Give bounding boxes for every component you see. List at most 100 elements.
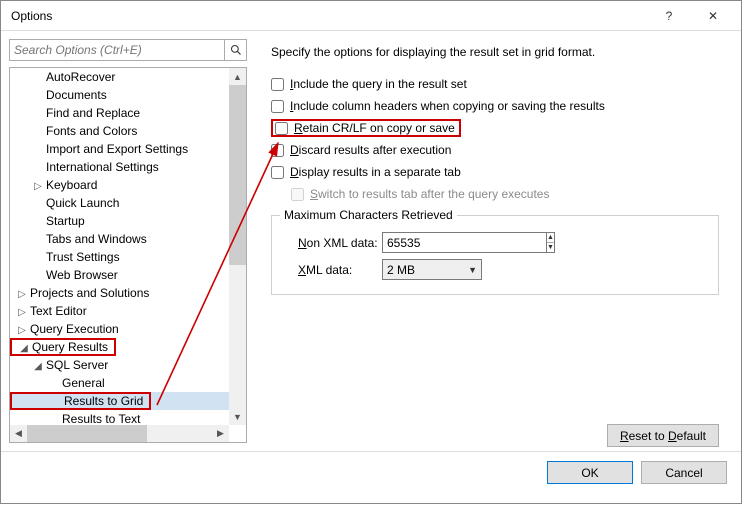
option-row-sub: Switch to results tab after the query ex… [291,183,719,205]
chevron-down-icon: ▼ [468,265,477,275]
xml-row: XML data: 2 MB ▼ [284,259,706,280]
search-input[interactable] [10,40,224,60]
tree-item-label: Projects and Solutions [28,286,149,300]
options-checkbox-group: Include the query in the result set Inclu… [271,73,719,205]
tree-item[interactable]: ▷General [10,374,246,392]
tree-item[interactable]: ▷Fonts and Colors [10,122,246,140]
option-row: Include column headers when copying or s… [271,95,719,117]
tree-item-label: Results to Grid [62,394,143,408]
scroll-thumb-vertical[interactable] [229,85,246,265]
tree-item-label: Import and Export Settings [44,142,188,156]
tree-item[interactable]: ▷Query Execution [10,320,246,338]
tree-item[interactable]: ▷Keyboard [10,176,246,194]
expander-placeholder: ▷ [32,91,44,102]
xml-select-value: 2 MB [387,263,415,277]
scroll-right-button[interactable]: ▶ [212,425,229,442]
highlight-box: ▷Results to Grid [10,392,151,410]
tree-item-label: AutoRecover [44,70,115,84]
options-tree[interactable]: ▷AutoRecover▷Documents▷Find and Replace▷… [10,68,246,442]
max-chars-fieldset: Maximum Characters Retrieved Non XML dat… [271,215,719,295]
dialog-footer: OK Cancel [1,451,741,493]
nonxml-input[interactable] [382,232,546,253]
option-checkbox[interactable] [271,78,284,91]
close-icon: ✕ [708,9,718,23]
tree-item[interactable]: ▷Trust Settings [10,248,246,266]
expander-placeholder: ▷ [32,253,44,264]
option-checkbox[interactable] [271,166,284,179]
search-button[interactable] [224,40,246,60]
tree-vertical-scrollbar[interactable]: ▲ ▼ [229,68,246,425]
reset-to-default-button[interactable]: Reset to Default [607,424,719,447]
tree-item-label: Query Execution [28,322,119,336]
expander-placeholder: ▷ [32,199,44,210]
spin-up-button[interactable]: ▲ [547,233,554,243]
option-row: Include the query in the result set [271,73,719,95]
option-label: Include the query in the result set [290,77,467,91]
right-panel: Specify the options for displaying the r… [253,31,741,451]
spin-down-button[interactable]: ▼ [547,243,554,252]
tree-item[interactable]: ▷Import and Export Settings [10,140,246,158]
highlight-box: ◢Query Results [10,338,116,356]
tree-item[interactable]: ▷AutoRecover [10,68,246,86]
nonxml-spin-buttons: ▲ ▼ [546,232,555,253]
tree-item[interactable]: ▷Quick Launch [10,194,246,212]
expander-placeholder: ▷ [50,397,62,408]
expander-icon[interactable]: ◢ [18,343,30,354]
tree-item[interactable]: ▷Find and Replace [10,104,246,122]
tree-item[interactable]: ▷International Settings [10,158,246,176]
close-button[interactable]: ✕ [691,2,735,30]
cancel-button[interactable]: Cancel [641,461,727,484]
highlight-box: Retain CR/LF on copy or save [271,119,461,137]
ok-button[interactable]: OK [547,461,633,484]
tree-horizontal-scrollbar[interactable]: ◀ ▶ [10,425,229,442]
titlebar: Options ? ✕ [1,1,741,31]
tree-item[interactable]: ▷Documents [10,86,246,104]
tree-item-label: Quick Launch [44,196,119,210]
scroll-thumb-horizontal[interactable] [27,425,147,442]
expander-icon[interactable]: ▷ [16,289,28,300]
scroll-track-horizontal[interactable] [147,425,212,442]
reset-row: Reset to Default [607,424,719,447]
options-tree-wrap: ▷AutoRecover▷Documents▷Find and Replace▷… [9,67,247,443]
xml-label: XML data: [284,263,382,277]
help-button[interactable]: ? [647,2,691,30]
option-checkbox[interactable] [271,144,284,157]
fieldset-legend: Maximum Characters Retrieved [280,208,457,222]
tree-item-label: Startup [44,214,85,228]
tree-item[interactable]: ◢Query Results [10,338,246,356]
expander-placeholder: ▷ [32,109,44,120]
tree-item[interactable]: ▷Text Editor [10,302,246,320]
scroll-left-button[interactable]: ◀ [10,425,27,442]
tree-item-label: Find and Replace [44,106,140,120]
tree-item[interactable]: ◢SQL Server [10,356,246,374]
option-label: Discard results after execution [290,143,451,157]
option-checkbox [291,188,304,201]
tree-item-label: International Settings [44,160,159,174]
scroll-track-vertical[interactable] [229,265,246,408]
scroll-up-button[interactable]: ▲ [229,68,246,85]
expander-icon[interactable]: ▷ [32,181,44,192]
xml-select[interactable]: 2 MB ▼ [382,259,482,280]
option-row: Discard results after execution [271,139,719,161]
expander-icon[interactable]: ◢ [32,361,44,372]
tree-item-label: Documents [44,88,107,102]
option-checkbox[interactable] [275,122,288,135]
tree-item[interactable]: ▷Projects and Solutions [10,284,246,302]
panel-description: Specify the options for displaying the r… [271,45,719,59]
tree-item-label: Tabs and Windows [44,232,147,246]
expander-icon[interactable]: ▷ [16,325,28,336]
tree-item[interactable]: ▷Results to Grid [10,392,246,410]
tree-item-label: SQL Server [44,358,108,372]
expander-icon[interactable]: ▷ [16,307,28,318]
expander-placeholder: ▷ [32,235,44,246]
nonxml-spinner: ▲ ▼ [382,232,512,253]
scroll-down-button[interactable]: ▼ [229,408,246,425]
expander-placeholder: ▷ [32,163,44,174]
option-checkbox[interactable] [271,100,284,113]
tree-item[interactable]: ▷Web Browser [10,266,246,284]
window-title: Options [11,9,647,23]
tree-item-label: Fonts and Colors [44,124,137,138]
tree-item[interactable]: ▷Tabs and Windows [10,230,246,248]
tree-item[interactable]: ▷Startup [10,212,246,230]
tree-item-label: General [60,376,105,390]
